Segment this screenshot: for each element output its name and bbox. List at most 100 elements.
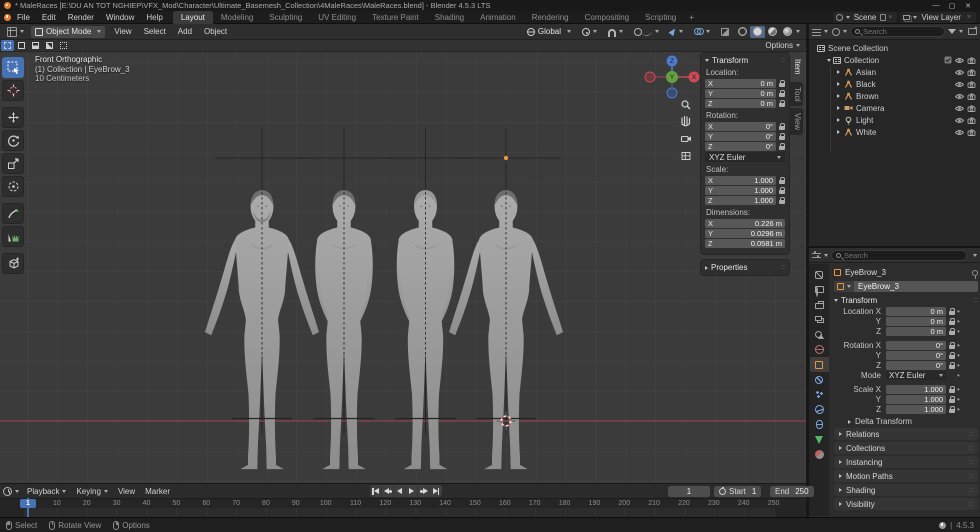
panel-section-header[interactable]: Visibility :: xyxy=(834,498,978,510)
playhead-frame-label[interactable]: 1 xyxy=(20,499,36,508)
viewport-canvas[interactable]: Z X Y xyxy=(0,52,806,483)
timeline-ruler[interactable]: 1020304050607080901001101201301401501601… xyxy=(0,498,806,508)
outliner-object-row[interactable]: Brown 2 8 xyxy=(809,90,980,102)
animate-dot[interactable]: • xyxy=(957,363,960,369)
value-field[interactable]: 1.000 xyxy=(886,385,946,394)
lock-icon[interactable] xyxy=(779,100,785,108)
menu-item[interactable]: File xyxy=(11,11,36,24)
properties-tab[interactable] xyxy=(810,432,829,447)
properties-tab[interactable] xyxy=(810,267,829,282)
panel-section-header[interactable]: Shading :: xyxy=(834,484,978,496)
panel-grip-icon[interactable]: :: xyxy=(969,487,973,494)
properties-tab[interactable] xyxy=(810,417,829,432)
tool-measure[interactable] xyxy=(2,226,24,247)
select-mode-new-button[interactable] xyxy=(1,40,14,51)
hide-eye-icon[interactable] xyxy=(955,57,964,64)
value-field[interactable]: 0 m xyxy=(886,327,946,336)
jump-to-next-keyframe-button[interactable] xyxy=(418,485,430,497)
viewport-menu-item[interactable]: Select xyxy=(138,27,172,36)
properties-tab[interactable] xyxy=(810,282,829,297)
workspace-tab[interactable]: Shading xyxy=(427,11,472,24)
lock-icon[interactable] xyxy=(949,328,955,336)
panel-section-header[interactable]: Motion Paths :: xyxy=(834,470,978,482)
disable-render-icon[interactable] xyxy=(967,69,976,76)
pin-icon[interactable] xyxy=(972,270,978,276)
select-mode-extend-button[interactable] xyxy=(15,40,28,51)
shading-wireframe-button[interactable] xyxy=(735,26,750,38)
zoom-button[interactable] xyxy=(678,97,694,113)
workspace-tab[interactable]: Layout xyxy=(173,11,213,24)
properties-tab[interactable] xyxy=(810,447,829,462)
hide-eye-icon[interactable] xyxy=(955,117,964,124)
expand-arrow-icon[interactable] xyxy=(837,130,840,134)
filter-funnel-icon[interactable] xyxy=(948,29,956,34)
value-field[interactable]: Y1.000 xyxy=(705,186,776,195)
outliner-object-row[interactable]: Asian 2 5 xyxy=(809,66,980,78)
lock-icon[interactable] xyxy=(949,318,955,326)
disable-render-icon[interactable] xyxy=(967,117,976,124)
jump-to-start-button[interactable] xyxy=(370,485,382,497)
pivot-point-dropdown[interactable] xyxy=(578,26,601,38)
properties-collapsed-panel[interactable]: Properties :: xyxy=(700,259,790,276)
close-button[interactable]: ✕ xyxy=(960,1,976,10)
hide-eye-icon[interactable] xyxy=(955,129,964,136)
hide-eye-icon[interactable] xyxy=(955,93,964,100)
menu-item[interactable]: Edit xyxy=(36,11,62,24)
properties-tab[interactable] xyxy=(810,402,829,417)
panel-grip-icon[interactable]: :: xyxy=(974,297,978,304)
add-workspace-button[interactable]: + xyxy=(684,13,699,22)
select-mode-intersect-button[interactable] xyxy=(57,40,70,51)
lock-icon[interactable] xyxy=(949,362,955,370)
hide-eye-icon[interactable] xyxy=(955,69,964,76)
shading-rendered-button[interactable] xyxy=(780,26,802,38)
tool-transform[interactable] xyxy=(2,176,24,197)
remove-view-layer-icon[interactable]: × xyxy=(965,14,973,21)
properties-tab[interactable] xyxy=(810,312,829,327)
animate-dot[interactable]: • xyxy=(957,407,960,413)
jump-to-prev-keyframe-button[interactable] xyxy=(382,485,394,497)
workspace-tab[interactable]: Modeling xyxy=(213,11,261,24)
workspace-tab[interactable]: Sculpting xyxy=(261,11,310,24)
new-scene-icon[interactable] xyxy=(880,14,886,21)
outliner-scene-collection[interactable]: Scene Collection xyxy=(809,42,980,54)
xray-toggle[interactable] xyxy=(717,26,733,38)
properties-editor-icon[interactable] xyxy=(812,251,821,260)
tool-scale[interactable] xyxy=(2,153,24,174)
tool-cursor[interactable] xyxy=(2,80,24,101)
lock-icon[interactable] xyxy=(779,143,785,151)
viewport-menu-item[interactable]: Object xyxy=(198,27,233,36)
properties-tab[interactable] xyxy=(810,372,829,387)
scene-selector[interactable]: Scene × xyxy=(833,12,898,23)
tool-move[interactable] xyxy=(2,107,24,128)
value-field[interactable]: Y0 m xyxy=(705,89,776,98)
outliner-object-row[interactable]: Black 2 7 xyxy=(809,78,980,90)
expand-arrow-icon[interactable] xyxy=(837,70,840,74)
disable-render-icon[interactable] xyxy=(967,129,976,136)
lock-icon[interactable] xyxy=(949,352,955,360)
unlink-scene-icon[interactable]: × xyxy=(886,14,894,21)
lock-icon[interactable] xyxy=(779,197,785,205)
timeline-menu-item[interactable]: Playback xyxy=(22,487,71,496)
value-field[interactable]: X0 m xyxy=(705,79,776,88)
new-collection-icon[interactable] xyxy=(968,28,977,35)
outliner-display-mode-icon[interactable] xyxy=(812,28,821,36)
animate-dot[interactable]: • xyxy=(957,329,960,335)
proportional-edit-toggle[interactable] xyxy=(630,26,663,38)
play-reverse-button[interactable] xyxy=(394,485,406,497)
properties-options-icon[interactable] xyxy=(973,254,977,257)
value-field[interactable]: X1.000 xyxy=(705,176,776,185)
properties-tab[interactable] xyxy=(810,342,829,357)
outliner-search-input[interactable] xyxy=(863,27,940,36)
hide-eye-icon[interactable] xyxy=(955,81,964,88)
animate-dot[interactable]: • xyxy=(957,387,960,393)
menu-item[interactable]: Render xyxy=(62,11,100,24)
shading-solid-button[interactable] xyxy=(750,26,765,38)
properties-tab[interactable] xyxy=(810,327,829,342)
lock-icon[interactable] xyxy=(779,80,785,88)
blender-menu-icon[interactable] xyxy=(4,14,11,21)
value-field[interactable]: 1.000 xyxy=(886,405,946,414)
tool-select-box[interactable] xyxy=(2,57,24,78)
lock-icon[interactable] xyxy=(949,308,955,316)
workspace-tab[interactable]: Rendering xyxy=(524,11,577,24)
properties-search-input[interactable] xyxy=(844,251,962,260)
